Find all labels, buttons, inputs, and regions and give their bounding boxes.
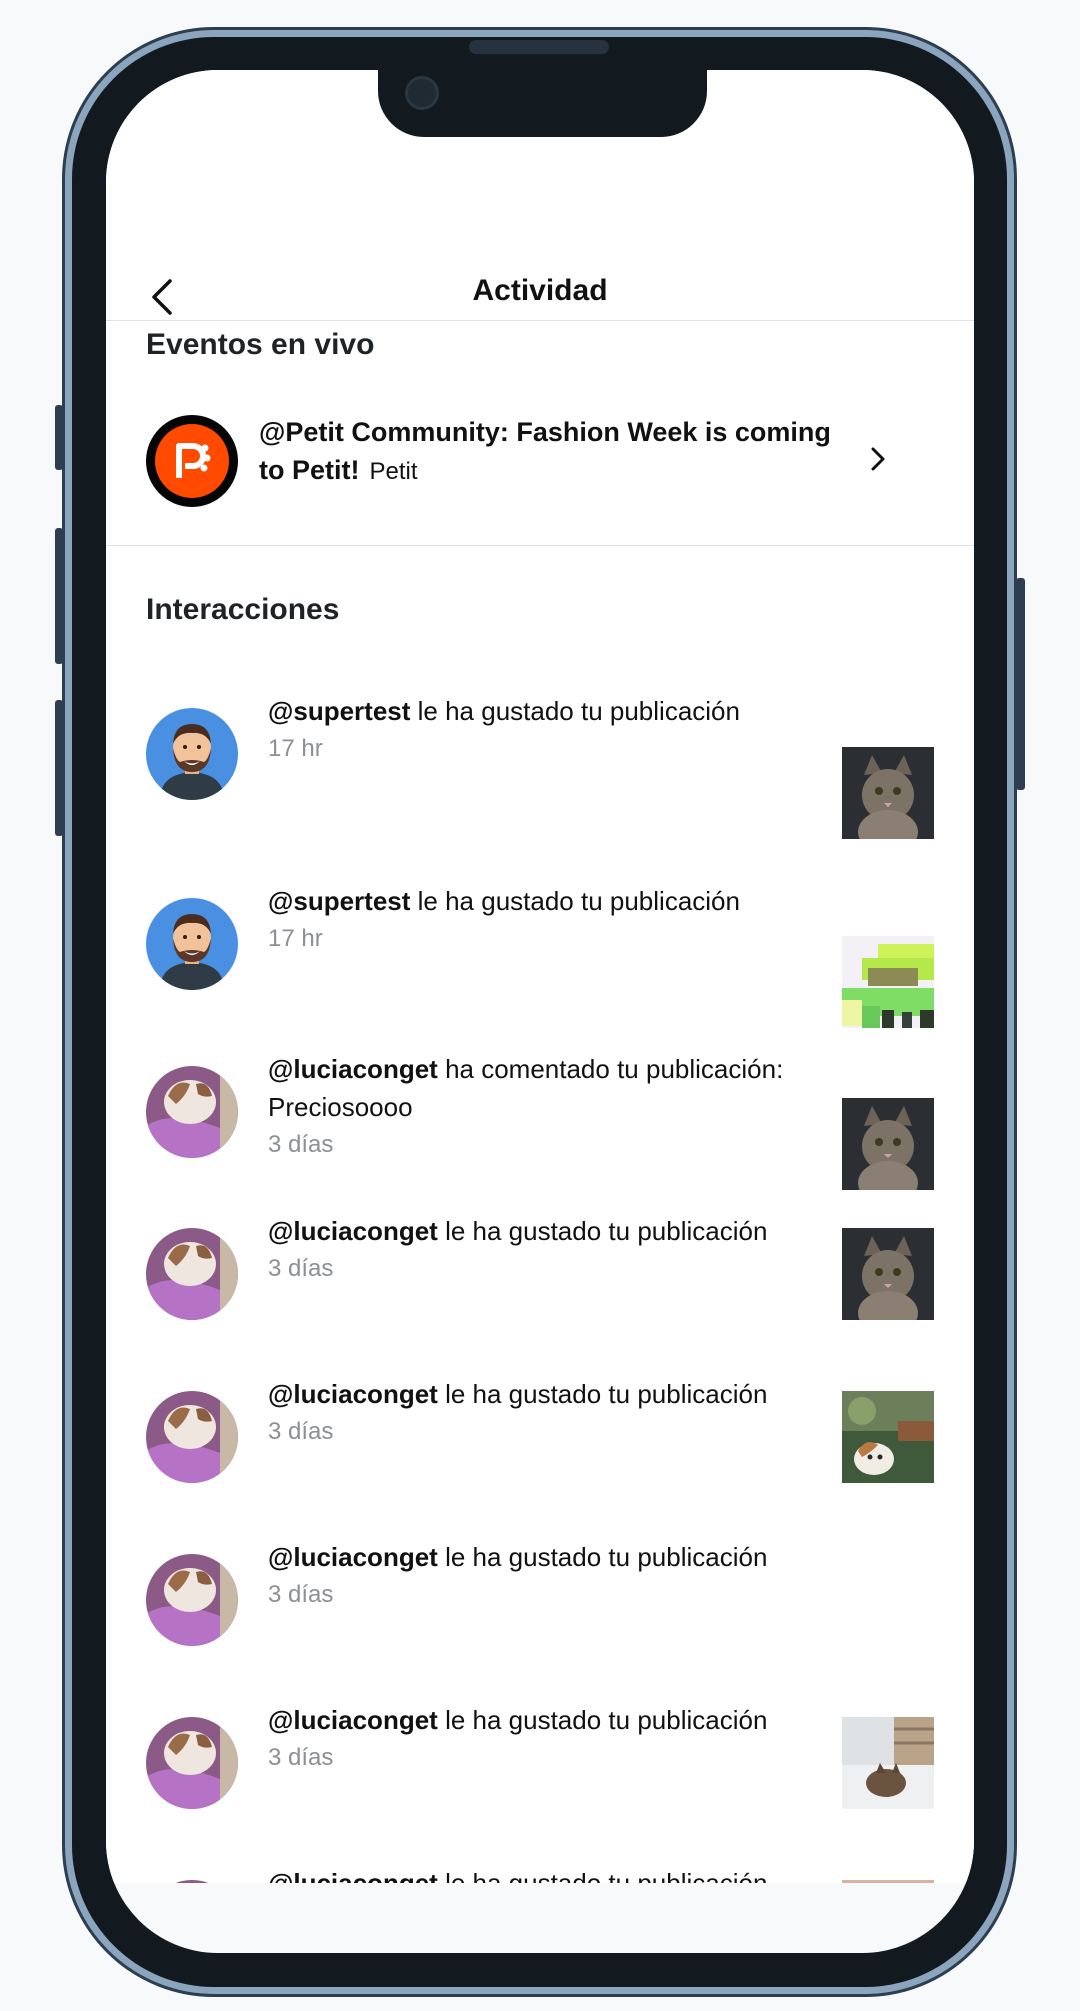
orange-cat-photo-icon [842,1880,934,1883]
interaction-action: le ha gustado tu publicación [417,696,740,726]
avatar [146,1880,238,1883]
avatar [146,1228,238,1320]
interaction-action: le ha gustado tu publicación [445,1216,768,1246]
avatar [146,1391,238,1483]
power-button [1016,578,1025,790]
interaction-user: @luciaconget [268,1216,438,1246]
live-event-source: Petit [369,458,418,485]
post-thumbnail[interactable] [842,936,934,1028]
speaker [469,40,609,54]
petit-logo-icon [176,443,211,478]
interaction-text: @luciaconget ha comentado tu publicación… [268,1050,828,1164]
interaction-user: @luciaconget [268,1542,438,1572]
interaction-row[interactable]: @luciaconget le ha gustado tu publicació… [106,1353,974,1503]
man-avatar-icon [146,898,238,990]
interaction-row[interactable]: @supertest le ha gustado tu publicación … [106,860,974,1028]
live-event-title: @Petit Community: Fashion Week is coming… [259,417,831,485]
cat-avatar-icon [146,1717,238,1809]
avatar [146,1066,238,1158]
interaction-action: le ha gustado tu publicación [445,1868,768,1883]
interaction-user: @supertest [268,696,411,726]
volume-up-button [55,528,63,664]
interaction-row[interactable]: @luciaconget le ha gustado tu publicació… [106,1516,974,1666]
interaction-action: le ha gustado tu publicación [445,1705,768,1735]
cat-photo-icon [842,747,934,839]
interaction-text: @supertest le ha gustado tu publicación … [268,692,828,768]
post-thumbnail[interactable] [842,1228,934,1320]
interaction-row[interactable]: @supertest le ha gustado tu publicación … [106,670,974,839]
interaction-time: 17 hr [268,735,323,762]
cat-avatar-icon [146,1228,238,1320]
cat-avatar-icon [146,1880,238,1883]
interaction-action: le ha gustado tu publicación [417,886,740,916]
avatar [146,1554,238,1646]
indoor-cat-photo-icon [842,1717,934,1809]
interaction-time: 3 días [268,1581,334,1608]
post-thumbnail[interactable] [842,1391,934,1483]
avatar [146,708,238,800]
interaction-user: @luciaconget [268,1868,438,1883]
chevron-right-icon [871,447,885,471]
interaction-row[interactable]: @luciaconget le ha gustado tu publicació… [106,1842,974,1883]
interaction-time: 17 hr [268,925,323,952]
interaction-text: @luciaconget le ha gustado tu publicació… [268,1538,828,1614]
interaction-text: @luciaconget le ha gustado tu publicació… [268,1701,828,1777]
interaction-action: le ha gustado tu publicación [445,1542,768,1572]
top-bar: Actividad [106,200,974,321]
cat-avatar-icon [146,1391,238,1483]
live-events-heading: Eventos en vivo [146,328,375,361]
front-camera [405,76,439,110]
man-avatar-icon [146,708,238,800]
post-thumbnail[interactable] [842,1717,934,1809]
avatar [146,1717,238,1809]
live-event-item[interactable]: @Petit Community: Fashion Week is coming… [146,413,934,509]
interaction-time: 3 días [268,1744,334,1771]
interaction-time: 3 días [268,1255,334,1282]
interaction-user: @luciaconget [268,1705,438,1735]
volume-down-button [55,700,63,836]
pixel-art-thumbnail-icon [842,936,934,1028]
post-thumbnail[interactable] [842,1098,934,1190]
live-event-open[interactable] [862,443,894,475]
interaction-text: @luciaconget le ha gustado tu publicació… [268,1864,828,1883]
avatar [146,898,238,990]
section-divider [106,545,974,546]
interaction-user: @luciaconget [268,1054,438,1084]
interaction-action: le ha gustado tu publicación [445,1379,768,1409]
interaction-row[interactable]: @luciaconget le ha gustado tu publicació… [106,1190,974,1340]
interaction-user: @luciaconget [268,1379,438,1409]
live-event-text: @Petit Community: Fashion Week is coming… [259,413,849,491]
cat-avatar-icon [146,1554,238,1646]
post-thumbnail[interactable] [842,1880,934,1883]
interaction-text: @luciaconget le ha gustado tu publicació… [268,1375,828,1451]
page-title: Actividad [472,274,608,307]
activity-screen: Actividad Eventos en vivo @Petit Communi… [106,70,974,1883]
interaction-user: @supertest [268,886,411,916]
screen: Actividad Eventos en vivo @Petit Communi… [106,70,974,1953]
cat-photo-icon [842,1228,934,1320]
interaction-text: @supertest le ha gustado tu publicación … [268,882,828,958]
cat-photo-icon [842,1098,934,1190]
interaction-row[interactable]: @luciaconget le ha gustado tu publicació… [106,1679,974,1829]
post-thumbnail[interactable] [842,747,934,839]
interactions-heading: Interacciones [146,593,340,626]
cat-avatar-icon [146,1066,238,1158]
outdoor-cat-photo-icon [842,1391,934,1483]
petit-logo [146,415,238,507]
interaction-time: 3 días [268,1418,334,1445]
interaction-row[interactable]: @luciaconget ha comentado tu publicación… [106,1028,974,1193]
interaction-text: @luciaconget le ha gustado tu publicació… [268,1212,828,1288]
mute-switch [55,405,63,470]
interaction-time: 3 días [268,1131,334,1158]
